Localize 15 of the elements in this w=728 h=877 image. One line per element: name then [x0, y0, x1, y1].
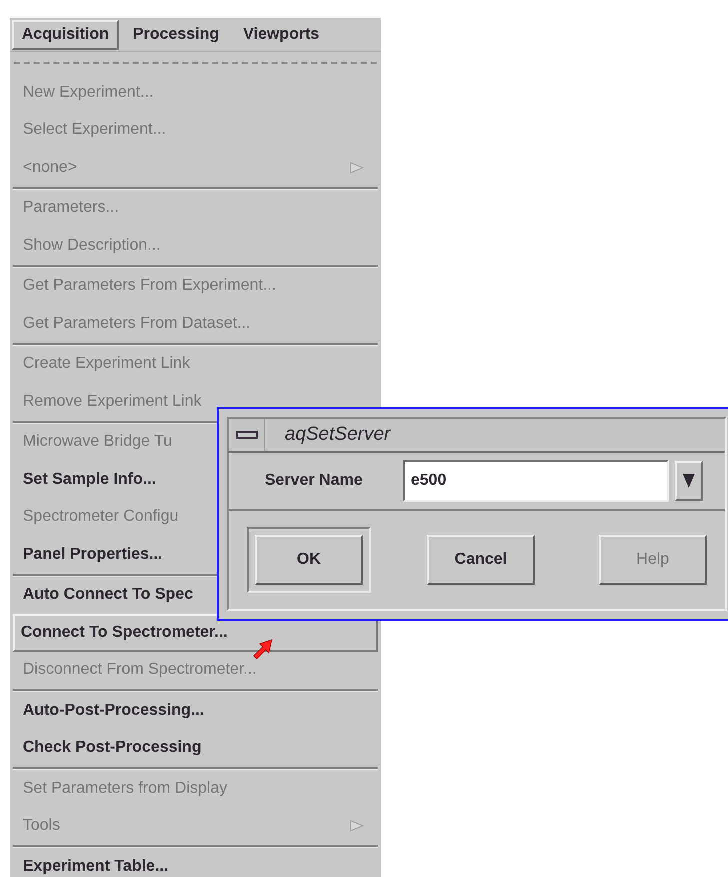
menu-title[interactable]: Viewports: [233, 20, 330, 50]
window-title: aqSetServer: [285, 422, 391, 447]
dropdown-arrow-icon: [683, 473, 695, 489]
pointer-cursor-icon: [252, 639, 274, 661]
dropdown-button[interactable]: [675, 461, 703, 501]
menu-item[interactable]: Experiment Table...: [13, 848, 378, 877]
server-name-field[interactable]: e500: [403, 460, 669, 502]
menu-item[interactable]: Check Post-Processing: [13, 730, 378, 767]
dialog-button[interactable]: Cancel: [427, 535, 535, 585]
menu-title[interactable]: Processing: [123, 20, 230, 50]
menu-title[interactable]: Acquisition: [12, 20, 120, 50]
dialog-button[interactable]: OK: [255, 535, 363, 585]
field-label: Server Name: [265, 471, 364, 491]
window-menu-icon: [236, 431, 258, 439]
menu-item[interactable]: Auto-Post-Processing...: [13, 692, 378, 730]
